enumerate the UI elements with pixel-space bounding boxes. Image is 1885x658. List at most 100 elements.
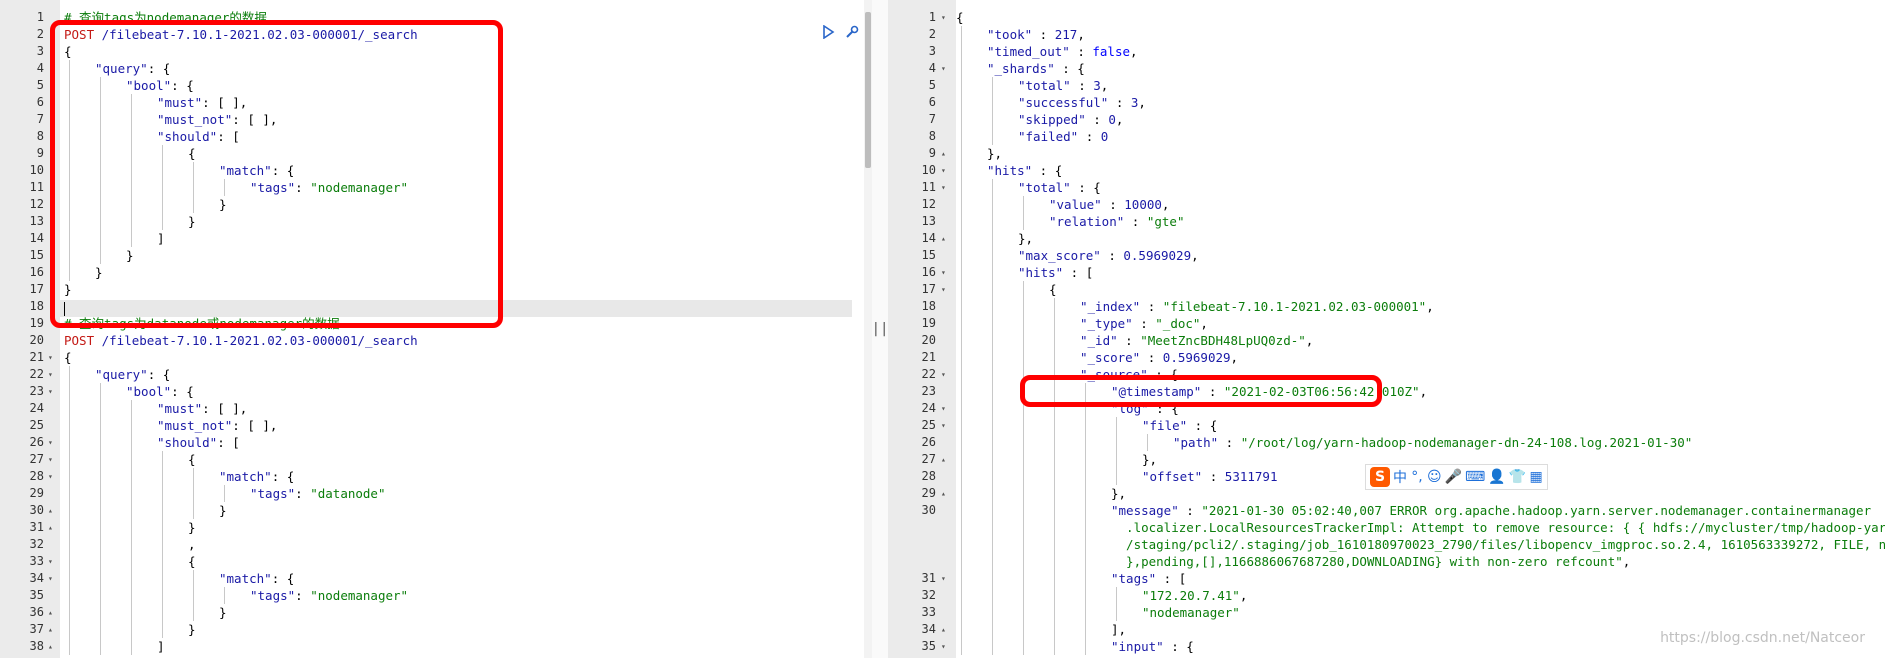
line-number: 36: [29, 605, 44, 619]
code-text: "match": {: [64, 162, 294, 179]
fold-expand-icon[interactable]: ▴: [941, 621, 946, 638]
indent-guide: [1080, 502, 1111, 519]
indent-guide: [1111, 434, 1142, 451]
line-number: 29: [921, 486, 936, 500]
input-method-toolbar[interactable]: S 中 °, ☺ 🎤 ⌨ 👤 👕 ▦: [1365, 464, 1549, 490]
ime-tool-icon[interactable]: 👕: [1509, 467, 1526, 487]
fold-collapse-icon[interactable]: ▾: [941, 179, 946, 196]
indent-guide: [95, 400, 126, 417]
pane-resize-handle[interactable]: ||: [872, 0, 888, 658]
fold-collapse-icon[interactable]: ▾: [48, 366, 53, 383]
indent-guide: [95, 570, 126, 587]
indent-guide: [95, 536, 126, 553]
line-number: 20: [921, 333, 936, 347]
indent-guide: [1080, 400, 1111, 417]
indent-guide: [64, 638, 95, 655]
fold-collapse-icon[interactable]: ▾: [941, 638, 946, 655]
fold-collapse-icon[interactable]: ▾: [48, 383, 53, 400]
code-line: 32 "172.20.7.41",: [888, 587, 1885, 604]
code-token: "MeetZncBDH48LpUQ0zd-": [1140, 333, 1306, 348]
fold-collapse-icon[interactable]: ▾: [941, 162, 946, 179]
indent-guide: [956, 145, 987, 162]
fold-collapse-icon[interactable]: ▾: [48, 468, 53, 485]
indent-guide: [64, 400, 95, 417]
indent-guide: [956, 128, 987, 145]
code-token: "file": [1142, 418, 1188, 433]
fold-expand-icon[interactable]: ▴: [941, 230, 946, 247]
code-line: 26 "path" : "/root/log/yarn-hadoop-nodema…: [888, 434, 1885, 451]
code-text: "_source" : {: [956, 366, 1178, 383]
fold-collapse-icon[interactable]: ▾: [941, 400, 946, 417]
code-text: }: [64, 247, 134, 264]
fold-collapse-icon[interactable]: ▾: [941, 281, 946, 298]
ime-tool-icon[interactable]: 👤: [1488, 467, 1505, 487]
fold-expand-icon[interactable]: ▴: [941, 145, 946, 162]
indent-guide: [1142, 434, 1173, 451]
code-line: 2 "took" : 217,: [888, 26, 1885, 43]
fold-collapse-icon[interactable]: ▾: [48, 553, 53, 570]
code-text: "timed_out" : false,: [956, 43, 1138, 60]
ime-tool-icon[interactable]: 🎤: [1445, 467, 1462, 487]
fold-collapse-icon[interactable]: ▾: [941, 264, 946, 281]
code-text: "query": {: [64, 366, 170, 383]
ime-logo-icon[interactable]: S: [1370, 467, 1390, 487]
fold-collapse-icon[interactable]: ▾: [48, 434, 53, 451]
code-token: "relation": [1049, 214, 1125, 229]
fold-collapse-icon[interactable]: ▾: [48, 570, 53, 587]
indent-guide: [64, 94, 95, 111]
code-text: "input" : {: [956, 638, 1194, 655]
fold-expand-icon[interactable]: ▴: [48, 519, 53, 536]
indent-guide: [956, 230, 987, 247]
code-token: ]: [157, 639, 165, 654]
ime-tool-icon[interactable]: ▦: [1529, 467, 1543, 487]
indent-guide: [1018, 451, 1049, 468]
code-token: "filebeat-7.10.1-2021.02.03-000001": [1162, 299, 1427, 314]
indent-guide: [956, 366, 987, 383]
response-viewer-pane[interactable]: 1 ▾{2 "took" : 217, 3 "timed_out" : false, 4 ▾…: [888, 0, 1885, 658]
play-icon[interactable]: [820, 24, 836, 40]
indent-guide: [956, 434, 987, 451]
indent-guide: [157, 213, 188, 230]
request-code-lines[interactable]: 1 # 查询tags为nodemanager的数据 2 POST /filebeat-…: [0, 9, 872, 655]
indent-guide: [956, 349, 987, 366]
code-line: 12}: [0, 196, 872, 213]
fold-expand-icon[interactable]: ▴: [48, 502, 53, 519]
line-number: 34: [921, 622, 936, 636]
fold-expand-icon[interactable]: ▴: [941, 485, 946, 502]
code-text: "must": [ ],: [64, 94, 247, 111]
fold-expand-icon[interactable]: ▴: [48, 621, 53, 638]
ime-tool-icon[interactable]: ⌨: [1465, 467, 1485, 487]
code-line: 27 ▾ {: [0, 451, 872, 468]
request-editor-pane[interactable]: 1 # 查询tags为nodemanager的数据 2 POST /filebeat-…: [0, 0, 872, 658]
fold-expand-icon[interactable]: ▴: [941, 451, 946, 468]
ime-tool-icon[interactable]: ☺: [1427, 467, 1442, 487]
indent-guide: [1049, 553, 1080, 570]
scrollbar-thumb[interactable]: [865, 12, 871, 168]
fold-expand-icon[interactable]: ▴: [48, 604, 53, 621]
wrench-icon[interactable]: [844, 24, 860, 40]
ime-tool-icon[interactable]: °,: [1410, 467, 1424, 487]
indent-guide: [1049, 298, 1080, 315]
indent-guide: [64, 604, 95, 621]
indent-guide: [157, 621, 188, 638]
fold-collapse-icon[interactable]: ▾: [941, 366, 946, 383]
fold-collapse-icon[interactable]: ▾: [941, 417, 946, 434]
fold-collapse-icon[interactable]: ▾: [941, 570, 946, 587]
fold-expand-icon[interactable]: ▴: [48, 638, 53, 655]
indent-guide: [1018, 553, 1049, 570]
code-token: : {: [271, 469, 295, 484]
ime-tool-icon[interactable]: 中: [1393, 467, 1407, 487]
line-number: 3: [928, 44, 936, 58]
code-token: :: [295, 486, 311, 501]
indent-guide: [956, 451, 987, 468]
indent-guide: [1049, 332, 1080, 349]
line-number: 16: [921, 265, 936, 279]
fold-collapse-icon[interactable]: ▾: [48, 349, 53, 366]
indent-guide: [1080, 621, 1111, 638]
fold-collapse-icon[interactable]: ▾: [48, 451, 53, 468]
line-number: 17: [921, 282, 936, 296]
code-line: 18 "_index" : "filebeat-7.10.1-2021.02.03…: [888, 298, 1885, 315]
fold-collapse-icon[interactable]: ▾: [941, 60, 946, 77]
fold-collapse-icon[interactable]: ▾: [941, 9, 946, 26]
indent-guide: [126, 94, 157, 111]
